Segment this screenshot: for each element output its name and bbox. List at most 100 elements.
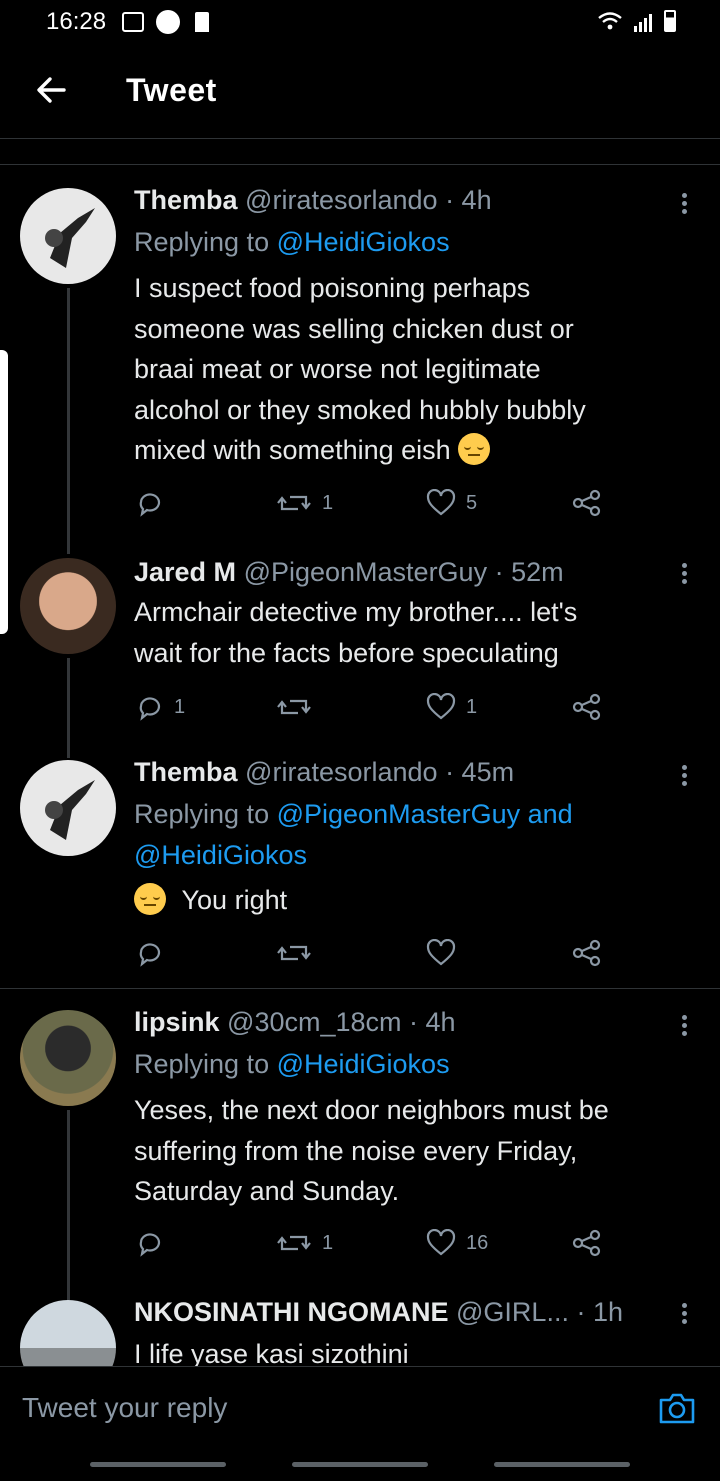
- mention-link[interactable]: @PigeonMasterGuy: [277, 799, 521, 829]
- author-name[interactable]: lipsink: [134, 1007, 220, 1037]
- tweet-text-line: wait for the facts before speculating: [134, 637, 559, 668]
- reply-icon: [139, 943, 161, 967]
- more-icon[interactable]: [680, 1012, 688, 1039]
- edge-panel-handle[interactable]: [0, 350, 8, 634]
- replying-label: Replying to: [134, 1049, 270, 1079]
- like-icon: [426, 1229, 456, 1256]
- author-handle[interactable]: @riratesorlando: [245, 185, 438, 215]
- status-notification-icons: [122, 10, 209, 34]
- retweet-icon: [277, 1235, 311, 1251]
- tweet-time: · 4h: [445, 185, 492, 215]
- share-icon: [572, 489, 601, 517]
- tweet-text-line: someone was selling chicken dust or: [134, 313, 574, 344]
- nav-recent-hint[interactable]: [90, 1462, 226, 1467]
- mention-link[interactable]: @HeidiGiokos: [134, 840, 307, 870]
- author-handle[interactable]: @PigeonMasterGuy: [244, 557, 488, 587]
- header-divider: [0, 138, 720, 139]
- author-name[interactable]: Themba: [134, 757, 238, 787]
- reply-count: 1: [174, 695, 186, 718]
- tweet-text-line: mixed with something eish: [134, 430, 586, 471]
- share-button[interactable]: [572, 690, 602, 724]
- more-icon[interactable]: [680, 560, 688, 587]
- section-divider: [0, 164, 720, 165]
- reply-input[interactable]: Tweet your reply: [22, 1392, 227, 1424]
- tweet-text-line: Saturday and Sunday.: [134, 1176, 400, 1207]
- reply-button[interactable]: [136, 486, 164, 520]
- author-name[interactable]: Jared M: [134, 557, 236, 587]
- avatar[interactable]: [20, 188, 116, 284]
- reply-button[interactable]: [136, 1226, 164, 1260]
- reply-icon: [139, 493, 161, 517]
- retweet-button[interactable]: [276, 936, 312, 970]
- signal-icon: [632, 14, 652, 32]
- like-count: 5: [466, 491, 478, 514]
- pensive-emoji: [134, 883, 166, 915]
- thread-line: [67, 288, 70, 554]
- sd-card-icon: [194, 12, 209, 32]
- like-button[interactable]: 1: [426, 690, 477, 724]
- tweet-text-line: alcohol or they smoked hubbly bubbly: [134, 394, 586, 425]
- app-notification-icon: [156, 10, 181, 34]
- more-icon[interactable]: [680, 1300, 688, 1327]
- like-count: 16: [466, 1231, 489, 1254]
- tweet-time: · 45m: [445, 757, 515, 787]
- author-handle[interactable]: @riratesorlando: [245, 757, 438, 787]
- share-button[interactable]: [572, 486, 602, 520]
- author-handle[interactable]: @GIRL...: [456, 1297, 569, 1327]
- like-button[interactable]: 16: [426, 1226, 488, 1260]
- author-name[interactable]: Themba: [134, 185, 238, 215]
- share-icon: [572, 939, 601, 967]
- reply-icon: [139, 1233, 161, 1257]
- tweet-text: You right: [134, 880, 287, 921]
- retweet-count: 1: [322, 491, 334, 514]
- nav-back-hint[interactable]: [494, 1462, 630, 1467]
- replying-label: Replying to: [134, 227, 270, 257]
- share-icon: [572, 1229, 601, 1257]
- like-count: 1: [466, 695, 478, 718]
- share-icon: [572, 693, 601, 721]
- retweet-count: 1: [322, 1231, 334, 1254]
- author-handle[interactable]: @30cm_18cm: [227, 1007, 401, 1037]
- avatar[interactable]: [20, 760, 116, 856]
- share-button[interactable]: [572, 936, 602, 970]
- status-time: 16:28: [46, 8, 107, 35]
- author-name[interactable]: NKOSINATHI NGOMANE: [134, 1297, 449, 1327]
- reply-button[interactable]: [136, 936, 164, 970]
- wifi-icon: [598, 12, 622, 30]
- tweet-time: · 1h: [576, 1297, 623, 1327]
- mention-and[interactable]: and: [528, 799, 573, 829]
- thread-line: [67, 658, 70, 758]
- back-arrow-icon[interactable]: [34, 72, 70, 108]
- tweet-text-line: braai meat or worse not legitimate: [134, 354, 541, 385]
- retweet-button[interactable]: [276, 690, 312, 724]
- like-button[interactable]: 5: [426, 486, 477, 520]
- tweet-text-line: Yeses, the next door neighbors must be: [134, 1095, 609, 1125]
- tweet-divider: [0, 988, 720, 989]
- retweet-button[interactable]: 1: [276, 486, 333, 520]
- retweet-icon: [277, 945, 311, 961]
- more-icon[interactable]: [680, 762, 688, 789]
- tweet-text-line: I suspect food poisoning perhaps: [134, 273, 531, 303]
- avatar[interactable]: [20, 1010, 116, 1106]
- status-system-icons: [597, 10, 676, 32]
- avatar[interactable]: [20, 558, 116, 654]
- reply-button[interactable]: 1: [136, 690, 185, 724]
- mention-link[interactable]: @HeidiGiokos: [277, 227, 450, 257]
- tweet-text-line: Armchair detective my brother.... let's: [134, 597, 578, 627]
- camera-icon[interactable]: [658, 1390, 696, 1426]
- tweet-text-line: You right: [181, 885, 288, 915]
- like-button[interactable]: [426, 936, 456, 970]
- mention-link[interactable]: @HeidiGiokos: [277, 1049, 450, 1079]
- tweet-text-last: mixed with something eish: [134, 435, 451, 466]
- retweet-icon: [277, 699, 311, 715]
- tweet-time: · 4h: [409, 1007, 456, 1037]
- retweet-button[interactable]: 1: [276, 1226, 333, 1260]
- like-icon: [426, 489, 456, 516]
- tweet-time: · 52m: [494, 557, 564, 587]
- replying-label: Replying to: [134, 799, 270, 829]
- share-button[interactable]: [572, 1226, 602, 1260]
- pensive-emoji: [458, 433, 491, 466]
- retweet-icon: [277, 495, 311, 511]
- nav-home-hint[interactable]: [292, 1462, 428, 1467]
- more-icon[interactable]: [680, 190, 688, 217]
